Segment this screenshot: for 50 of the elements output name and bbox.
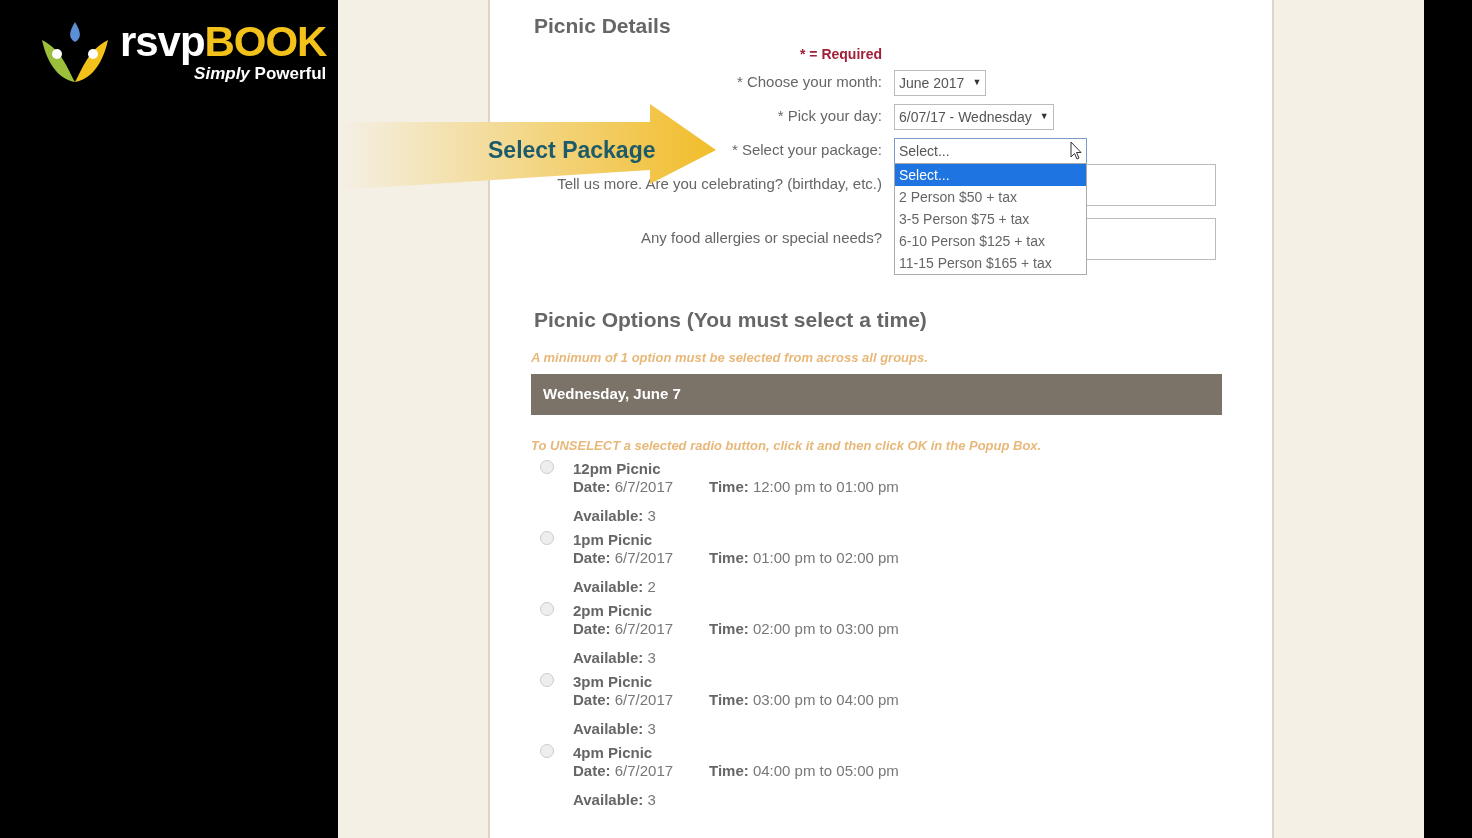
- slot-availability: Available: 3: [573, 648, 657, 668]
- slot-name: 4pm Picnic: [573, 743, 654, 760]
- select-field[interactable]: 6/07/17 - Wednesday ▼: [894, 104, 1054, 130]
- slot-availability: Available: 3: [573, 719, 657, 739]
- day-header: Wednesday, June 7: [531, 374, 1222, 415]
- field-label: * Pick your day:: [777, 107, 882, 124]
- section-title: Picnic Options (You must select a time): [534, 307, 928, 333]
- slot-name: 1pm Picnic: [573, 530, 654, 547]
- dropdown-option[interactable]: 11-15 Person $165 + tax: [895, 252, 1086, 274]
- slot-availability: Available: 3: [573, 506, 657, 526]
- slot-date: Date: 6/7/2017: [573, 690, 675, 710]
- dropdown-option[interactable]: Select...: [895, 164, 1086, 186]
- slot-date: Date: 6/7/2017: [573, 619, 675, 639]
- radio-button[interactable]: [540, 744, 554, 758]
- slot-time: Time: 04:00 pm to 05:00 pm: [709, 761, 899, 781]
- dropdown-arrow: ▼: [1039, 110, 1049, 124]
- slot-name: 12pm Picnic: [573, 459, 662, 476]
- slot-name: 2pm Picnic: [573, 601, 654, 618]
- dropdown-option[interactable]: 2 Person $50 + tax: [895, 186, 1086, 208]
- slot-name: 3pm Picnic: [573, 672, 654, 689]
- select-field[interactable]: June 2017 ▼: [894, 70, 987, 96]
- slot-time: Time: 02:00 pm to 03:00 pm: [709, 619, 899, 639]
- callout-label: Select Package: [488, 135, 656, 165]
- dropdown-option[interactable]: 6-10 Person $125 + tax: [895, 230, 1086, 252]
- slot-date: Date: 6/7/2017: [573, 761, 675, 781]
- required-note: * = Required: [800, 45, 884, 64]
- select-field[interactable]: Select...: [894, 138, 1087, 164]
- field-label: * Choose your month:: [736, 73, 882, 90]
- slot-availability: Available: 2: [573, 577, 657, 597]
- radio-button[interactable]: [540, 673, 554, 687]
- section-title: Picnic Details: [534, 13, 672, 39]
- unselect-hint: To UNSELECT a selected radio button, click it and then click OK in the Popup Box.: [531, 437, 1043, 455]
- leaf-logo-icon: [40, 20, 110, 84]
- slot-availability: Available: 3: [573, 790, 657, 810]
- brand-name: rsvpBOOK: [120, 20, 327, 64]
- cursor-icon: [1070, 141, 1082, 161]
- dropdown-arrow: ▼: [972, 76, 982, 90]
- field-label: * Select your package:: [731, 141, 882, 158]
- slot-time: Time: 03:00 pm to 04:00 pm: [709, 690, 899, 710]
- slot-time: Time: 12:00 pm to 01:00 pm: [709, 477, 899, 497]
- radio-button[interactable]: [540, 531, 554, 545]
- brand-tagline: Simply Powerful: [194, 64, 327, 84]
- field-label: Any food allergies or special needs?: [641, 229, 882, 246]
- dropdown-option[interactable]: 3-5 Person $75 + tax: [895, 208, 1086, 230]
- radio-button[interactable]: [540, 460, 554, 474]
- radio-button[interactable]: [540, 602, 554, 616]
- slot-date: Date: 6/7/2017: [573, 477, 675, 497]
- slot-time: Time: 01:00 pm to 02:00 pm: [709, 548, 899, 568]
- options-note: A minimum of 1 option must be selected from across all groups.: [531, 349, 929, 367]
- slot-date: Date: 6/7/2017: [573, 548, 675, 568]
